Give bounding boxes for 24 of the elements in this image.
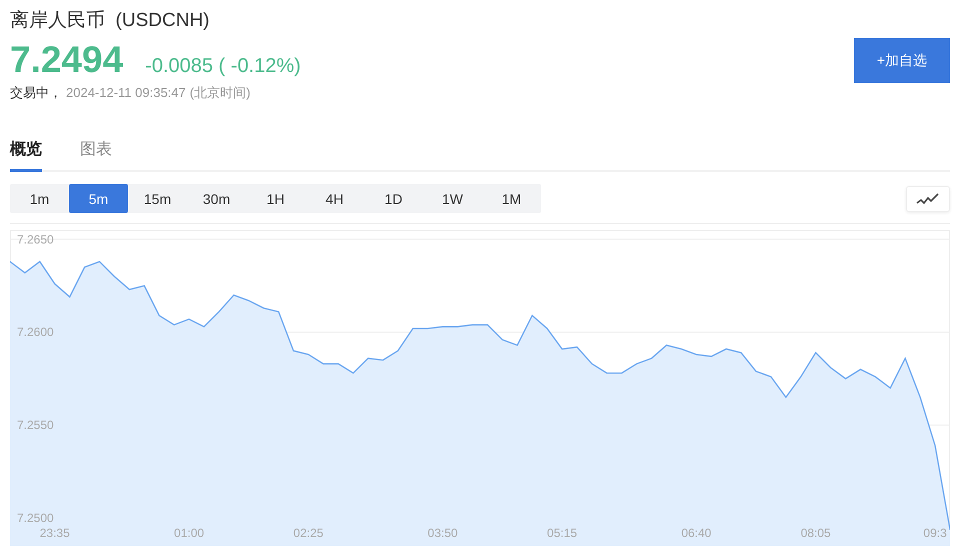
axis-label: 23:35 (40, 526, 70, 540)
axis-label: 03:50 (428, 526, 458, 540)
add-watchlist-button[interactable]: +加自选 (854, 38, 950, 83)
chart-type-button[interactable] (906, 186, 950, 212)
timestamp: 2024-12-11 09:35:47 (66, 85, 186, 100)
price-change: -0.0085 ( -0.12%) (145, 55, 301, 78)
period-button[interactable]: 5m (69, 184, 128, 213)
tab[interactable]: 图表 (80, 138, 112, 172)
tab[interactable]: 概览 (10, 138, 42, 172)
market-status: 交易中， (10, 84, 62, 102)
instrument-title: 离岸人民币 (USDCNH) (10, 9, 210, 33)
price: 7.2494 (10, 38, 124, 82)
axis-label: 7.2650 (17, 232, 54, 246)
line-chart-icon (916, 192, 940, 206)
axis-label: 7.2600 (17, 325, 54, 340)
axis-label: 05:15 (547, 526, 578, 540)
timezone-label: (北京时间) (190, 84, 250, 102)
axis-label: 08:05 (800, 526, 831, 540)
axis-label: 09:3 (923, 526, 947, 540)
axis-label: 01:00 (174, 526, 204, 540)
axis-label: 02:25 (293, 526, 324, 540)
axis-label: 06:40 (681, 526, 712, 540)
axis-label: 7.2500 (17, 511, 54, 526)
axis-label: 7.2550 (17, 418, 54, 432)
